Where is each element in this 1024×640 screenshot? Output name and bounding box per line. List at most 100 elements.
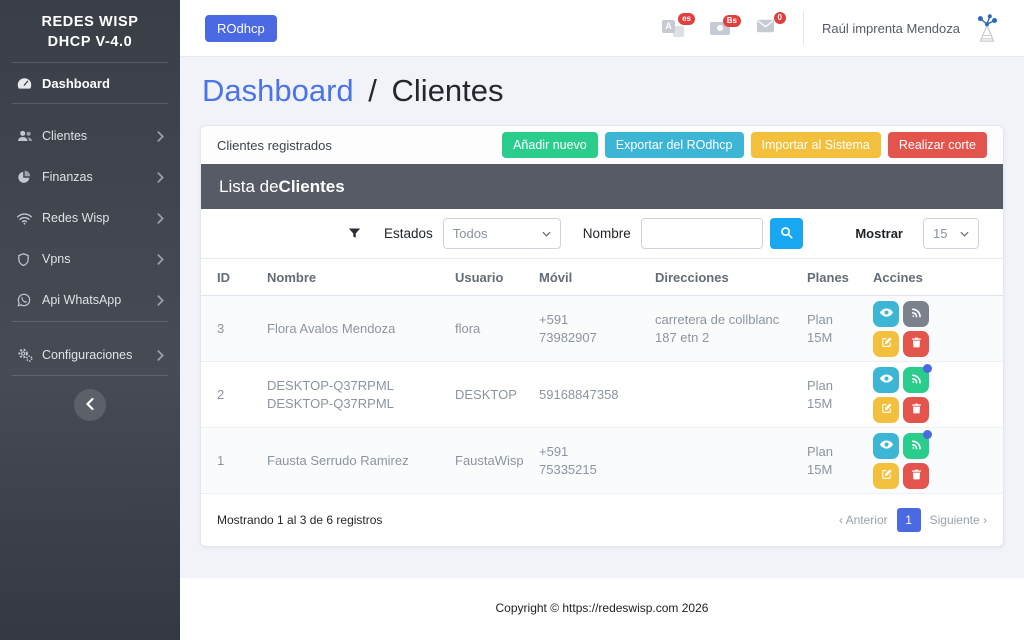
app-window: REDES WISP DHCP V-4.0 Dashboard Clientes <box>0 0 1024 640</box>
add-new-button[interactable]: Añadir nuevo <box>502 132 598 158</box>
sidebar-item-dashboard[interactable]: Dashboard <box>0 63 180 103</box>
rss-button[interactable] <box>903 301 929 327</box>
table-row: 2 DESKTOP-Q37RPML DESKTOP-Q37RPML DESKTO… <box>201 362 1003 428</box>
language-menu[interactable]: A es <box>662 20 684 37</box>
list-title-prefix: Lista de <box>219 177 279 197</box>
column-header-planes: Planes <box>807 270 873 285</box>
estados-label: Estados <box>384 226 433 241</box>
cut-service-button[interactable]: Realizar corte <box>888 132 987 158</box>
rodhcp-button[interactable]: ROdhcp <box>205 15 277 42</box>
edit-button[interactable] <box>873 331 899 357</box>
table-footer: Mostrando 1 al 3 de 6 registros ‹ Anteri… <box>201 494 1003 546</box>
sidebar-item-api-whatsapp[interactable]: Api WhatsApp <box>0 280 180 320</box>
pagination-prev[interactable]: ‹ Anterior <box>839 513 888 527</box>
trash-icon <box>910 402 923 418</box>
search-button[interactable] <box>770 218 803 249</box>
chevron-right-icon <box>157 213 164 224</box>
cell-movil: +591 73982907 <box>539 311 655 346</box>
page-footer: Copyright © https://redeswisp.com 2026 <box>180 578 1024 640</box>
breadcrumb-dashboard-link[interactable]: Dashboard <box>202 73 354 108</box>
search-icon <box>779 225 794 243</box>
sidebar-item-label: Finanzas <box>42 170 157 184</box>
edit-button[interactable] <box>873 397 899 423</box>
column-header-movil: Móvil <box>539 270 655 285</box>
sidebar-item-configuraciones[interactable]: Configuraciones <box>0 335 180 375</box>
delete-button[interactable] <box>903 331 929 357</box>
column-header-nombre: Nombre <box>267 270 455 285</box>
shield-icon <box>16 252 42 267</box>
whatsapp-icon <box>16 292 42 308</box>
delete-button[interactable] <box>903 397 929 423</box>
edit-icon <box>880 402 893 418</box>
nombre-input[interactable] <box>641 218 763 249</box>
nombre-label: Nombre <box>583 226 631 241</box>
cell-usuario: flora <box>455 320 539 338</box>
export-button[interactable]: Exportar del ROdhcp <box>605 132 744 158</box>
view-button[interactable] <box>873 301 899 327</box>
pagination-page-1[interactable]: 1 <box>897 508 921 532</box>
sidebar-item-vpns[interactable]: Vpns <box>0 239 180 279</box>
eye-icon <box>879 305 894 323</box>
sidebar: REDES WISP DHCP V-4.0 Dashboard Clientes <box>0 0 180 640</box>
breadcrumb: Dashboard / Clientes <box>202 73 1004 109</box>
page-title: Clientes <box>392 73 504 108</box>
rss-icon <box>910 306 923 322</box>
cell-id: 2 <box>217 386 267 404</box>
edit-button[interactable] <box>873 463 899 489</box>
row-actions <box>873 433 987 489</box>
currency-menu[interactable]: Bs <box>710 22 730 35</box>
eye-icon <box>879 437 894 455</box>
gears-icon <box>16 346 42 364</box>
card-title: Clientes registrados <box>217 138 332 153</box>
sidebar-item-finanzas[interactable]: Finanzas <box>0 157 180 197</box>
pagination-next[interactable]: Siguiente › <box>930 513 987 527</box>
rss-button[interactable] <box>903 433 929 459</box>
cell-nombre: DESKTOP-Q37RPML DESKTOP-Q37RPML <box>267 377 455 412</box>
mail-icon <box>756 19 775 38</box>
brand-line-2: DHCP V-4.0 <box>8 33 172 53</box>
chevron-left-icon <box>86 398 94 413</box>
card-header: Clientes registrados Añadir nuevo Export… <box>201 126 1003 164</box>
language-badge: es <box>678 13 695 26</box>
view-button[interactable] <box>873 367 899 393</box>
users-icon <box>16 127 42 145</box>
divider <box>803 11 804 45</box>
list-title-bold: Clientes <box>279 177 345 197</box>
mostrar-label: Mostrar <box>855 226 903 241</box>
column-header-id: ID <box>217 270 267 285</box>
sidebar-item-redes-wisp[interactable]: Redes Wisp <box>0 198 180 238</box>
cell-id: 3 <box>217 320 267 338</box>
cell-planes: Plan 15M <box>807 443 873 478</box>
chevron-right-icon <box>157 254 164 265</box>
cell-planes: Plan 15M <box>807 377 873 412</box>
page-size-select[interactable]: 15 <box>923 218 979 249</box>
divider <box>12 375 168 376</box>
cell-movil: 59168847358 <box>539 386 655 404</box>
column-header-usuario: Usuario <box>455 270 539 285</box>
trash-icon <box>910 468 923 484</box>
estados-select[interactable]: Todos <box>443 218 561 249</box>
user-name[interactable]: Raúl imprenta Mendoza <box>822 21 960 36</box>
table-row: 3 Flora Avalos Mendoza flora +591 739829… <box>201 296 1003 362</box>
rss-button[interactable] <box>903 367 929 393</box>
mail-badge: 0 <box>774 12 786 25</box>
trash-icon <box>910 336 923 352</box>
row-actions <box>873 301 987 357</box>
sidebar-item-clientes[interactable]: Clientes <box>0 116 180 156</box>
cell-nombre: Fausta Serrudo Ramirez <box>267 452 455 470</box>
messages-menu[interactable]: 0 <box>756 19 775 38</box>
filter-funnel-icon[interactable] <box>347 226 362 241</box>
table-header-row: ID Nombre Usuario Móvil Direcciones Plan… <box>201 259 1003 296</box>
chevron-right-icon <box>157 350 164 361</box>
import-button[interactable]: Importar al Sistema <box>751 132 881 158</box>
sidebar-nav: Clientes Finanzas Redes Wisp <box>0 104 180 320</box>
row-actions <box>873 367 987 423</box>
delete-button[interactable] <box>903 463 929 489</box>
topbar: ROdhcp A es Bs 0 Raúl imprenta Mendoza <box>180 0 1024 57</box>
caret-down-icon <box>542 231 551 237</box>
view-button[interactable] <box>873 433 899 459</box>
cell-movil: +591 75335215 <box>539 443 655 478</box>
antenna-avatar[interactable] <box>972 11 1002 45</box>
sidebar-collapse-button[interactable] <box>74 389 106 421</box>
caret-down-icon <box>960 231 969 237</box>
